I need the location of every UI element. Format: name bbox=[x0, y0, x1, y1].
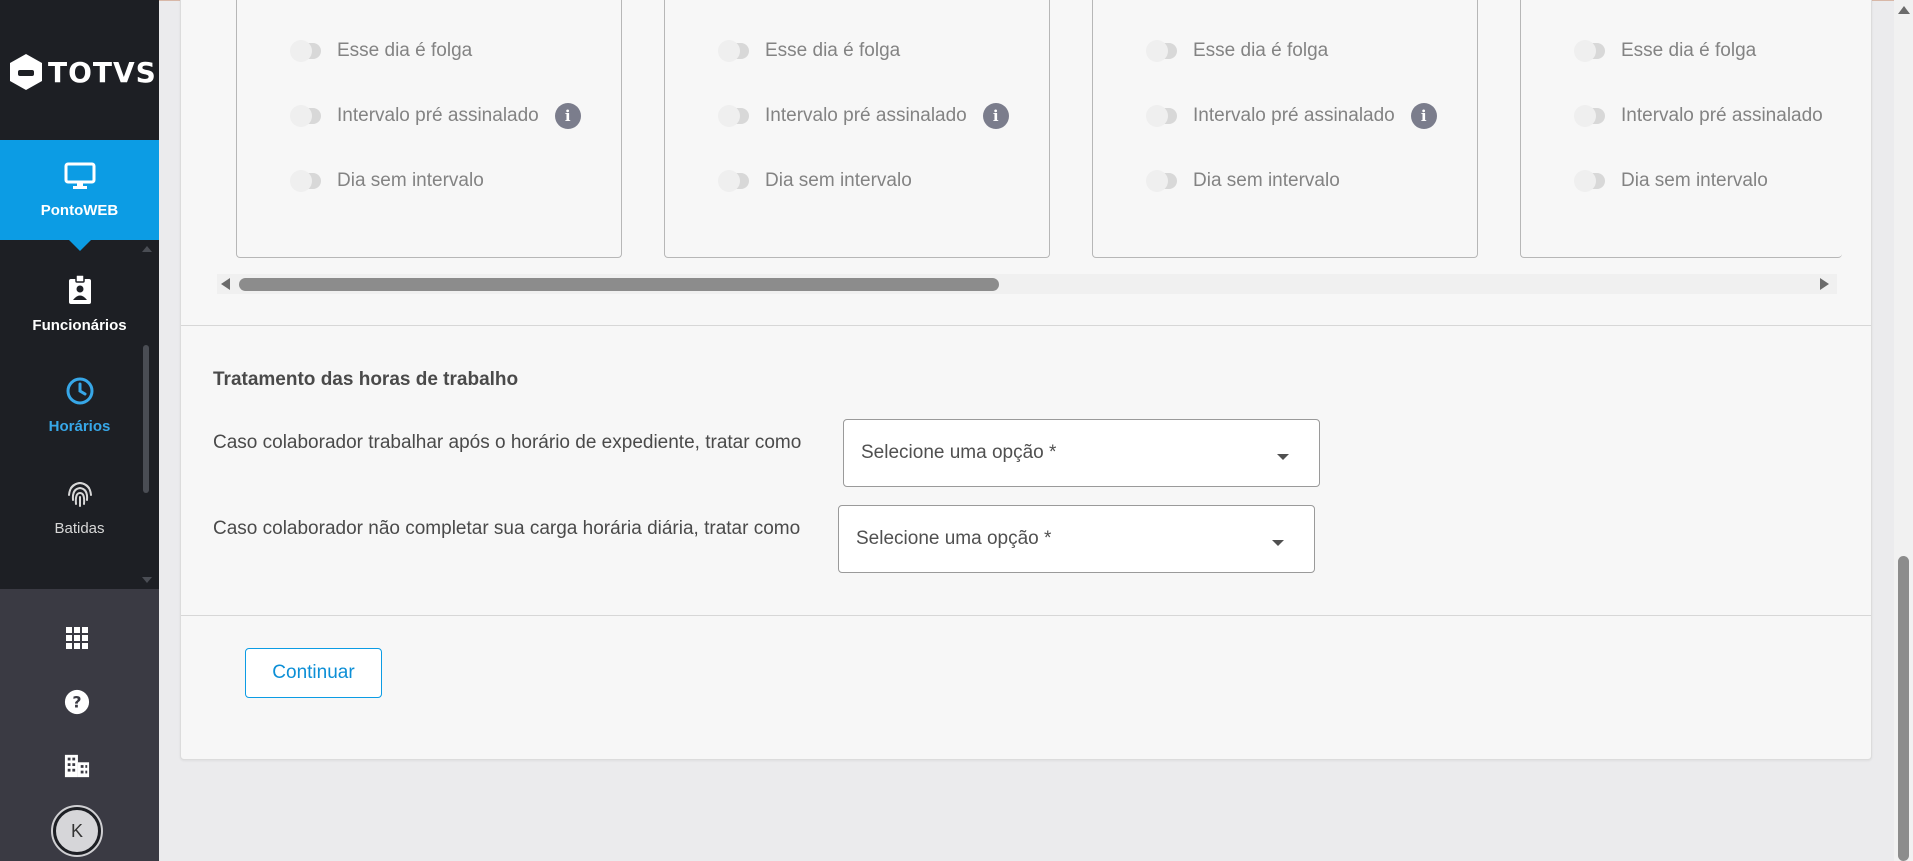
folga-toggle[interactable] bbox=[1146, 40, 1177, 62]
toggle-row-intervalo-pre[interactable]: Intervalo pré assinalado i bbox=[1146, 101, 1437, 131]
badge-icon bbox=[68, 273, 92, 309]
toggle-label: Dia sem intervalo bbox=[1193, 170, 1340, 191]
totvs-logo[interactable]: TOTVS bbox=[10, 52, 157, 92]
sidebar-item-label: Batidas bbox=[54, 519, 105, 537]
sidebar-scroll-down-icon[interactable] bbox=[142, 577, 152, 583]
sidebar-item-label: PontoWEB bbox=[40, 201, 119, 219]
toggle-label: Intervalo pré assinalado bbox=[765, 105, 967, 126]
sidebar-item-batidas[interactable]: Batidas bbox=[0, 457, 159, 557]
chevron-down-icon bbox=[1272, 540, 1284, 546]
avatar[interactable]: K bbox=[51, 805, 103, 857]
toggle-label: Esse dia é folga bbox=[1193, 40, 1329, 61]
chevron-down-icon bbox=[1277, 454, 1289, 460]
sem-intervalo-toggle[interactable] bbox=[1146, 170, 1177, 192]
folga-toggle[interactable] bbox=[1574, 40, 1605, 62]
toggle-label: Esse dia é folga bbox=[765, 40, 901, 61]
avatar-initial: K bbox=[70, 820, 83, 841]
section-divider bbox=[181, 325, 1871, 326]
sidebar-item-funcionarios[interactable]: Funcionários bbox=[0, 254, 159, 354]
sem-intervalo-toggle[interactable] bbox=[290, 170, 321, 192]
intervalo-pre-toggle[interactable] bbox=[718, 105, 749, 127]
toggle-label: Dia sem intervalo bbox=[1621, 170, 1768, 191]
apps-grid-icon[interactable] bbox=[64, 625, 90, 651]
building-icon[interactable] bbox=[64, 753, 90, 779]
sidebar: TOTVS PontoWEB Funcionários Horários Bat… bbox=[0, 0, 159, 861]
folga-toggle[interactable] bbox=[718, 40, 749, 62]
scroll-right-icon[interactable] bbox=[1820, 278, 1829, 290]
toggle-row-sem-intervalo[interactable]: Dia sem intervalo bbox=[1574, 166, 1768, 196]
sidebar-scroll-up-icon[interactable] bbox=[142, 246, 152, 252]
sidebar-scrollbar[interactable] bbox=[143, 345, 149, 493]
toggle-row-intervalo-pre[interactable]: Intervalo pré assinalado i bbox=[290, 101, 581, 131]
undertime-question-label: Caso colaborador não completar sua carga… bbox=[213, 518, 801, 539]
toggle-label: Esse dia é folga bbox=[337, 40, 473, 61]
info-icon[interactable]: i bbox=[554, 103, 581, 129]
scrollbar-thumb[interactable] bbox=[239, 278, 999, 291]
day-card: Esse dia é folga Intervalo pré assinalad… bbox=[236, 0, 622, 258]
section-title: Tratamento das horas de trabalho bbox=[213, 369, 519, 390]
toggle-label: Intervalo pré assinalado bbox=[1193, 105, 1395, 126]
schedule-form-card: Esse dia é folga Intervalo pré assinalad… bbox=[180, 0, 1872, 760]
days-horizontal-scrollbar[interactable] bbox=[217, 274, 1837, 294]
info-icon[interactable]: i bbox=[982, 103, 1009, 129]
toggle-row-intervalo-pre[interactable]: Intervalo pré assinalado bbox=[1574, 101, 1823, 131]
intervalo-pre-toggle[interactable] bbox=[290, 105, 321, 127]
toggle-label: Intervalo pré assinalado bbox=[337, 105, 539, 126]
sem-intervalo-toggle[interactable] bbox=[718, 170, 749, 192]
undertime-treatment-select[interactable]: Selecione uma opção * bbox=[838, 505, 1315, 573]
scroll-left-icon[interactable] bbox=[221, 278, 230, 290]
intervalo-pre-toggle[interactable] bbox=[1574, 105, 1605, 127]
sidebar-item-label: Horários bbox=[48, 417, 111, 435]
toggle-row-folga[interactable]: Esse dia é folga bbox=[290, 36, 473, 66]
totvs-logo-icon bbox=[10, 54, 42, 90]
scroll-up-icon[interactable] bbox=[1898, 6, 1910, 14]
toggle-label: Dia sem intervalo bbox=[337, 170, 484, 191]
sidebar-item-horarios[interactable]: Horários bbox=[0, 355, 159, 455]
clock-icon bbox=[65, 376, 95, 410]
info-icon[interactable]: i bbox=[1410, 103, 1437, 129]
help-icon[interactable]: ? bbox=[64, 689, 90, 715]
svg-text:?: ? bbox=[72, 693, 81, 712]
toggle-row-sem-intervalo[interactable]: Dia sem intervalo bbox=[1146, 166, 1340, 196]
sem-intervalo-toggle[interactable] bbox=[1574, 170, 1605, 192]
section-divider bbox=[181, 615, 1871, 616]
toggle-row-folga[interactable]: Esse dia é folga bbox=[718, 36, 901, 66]
day-card: Esse dia é folga Intervalo pré assinalad… bbox=[1520, 0, 1842, 258]
scrollbar-thumb[interactable] bbox=[1898, 556, 1909, 861]
select-placeholder: Selecione uma opção * bbox=[856, 528, 1052, 549]
toggle-label: Intervalo pré assinalado bbox=[1621, 105, 1823, 126]
toggle-row-folga[interactable]: Esse dia é folga bbox=[1574, 36, 1757, 66]
overtime-question-label: Caso colaborador trabalhar após o horári… bbox=[213, 432, 802, 453]
logo-text: TOTVS bbox=[48, 55, 157, 89]
select-placeholder: Selecione uma opção * bbox=[861, 442, 1057, 463]
toggle-label: Dia sem intervalo bbox=[765, 170, 912, 191]
page-vertical-scrollbar[interactable] bbox=[1894, 0, 1913, 861]
toggle-row-sem-intervalo[interactable]: Dia sem intervalo bbox=[290, 166, 484, 196]
folga-toggle[interactable] bbox=[290, 40, 321, 62]
monitor-icon bbox=[64, 162, 96, 194]
toggle-row-intervalo-pre[interactable]: Intervalo pré assinalado i bbox=[718, 101, 1009, 131]
toggle-row-sem-intervalo[interactable]: Dia sem intervalo bbox=[718, 166, 912, 196]
fingerprint-icon bbox=[66, 478, 94, 512]
day-card: Esse dia é folga Intervalo pré assinalad… bbox=[664, 0, 1050, 258]
sidebar-item-pontoweb[interactable]: PontoWEB bbox=[0, 140, 159, 251]
sidebar-item-label: Funcionários bbox=[32, 316, 127, 334]
continue-button[interactable]: Continuar bbox=[245, 648, 382, 698]
intervalo-pre-toggle[interactable] bbox=[1146, 105, 1177, 127]
overtime-treatment-select[interactable]: Selecione uma opção * bbox=[843, 419, 1320, 487]
toggle-row-folga[interactable]: Esse dia é folga bbox=[1146, 36, 1329, 66]
day-card: Esse dia é folga Intervalo pré assinalad… bbox=[1092, 0, 1478, 258]
toggle-label: Esse dia é folga bbox=[1621, 40, 1757, 61]
